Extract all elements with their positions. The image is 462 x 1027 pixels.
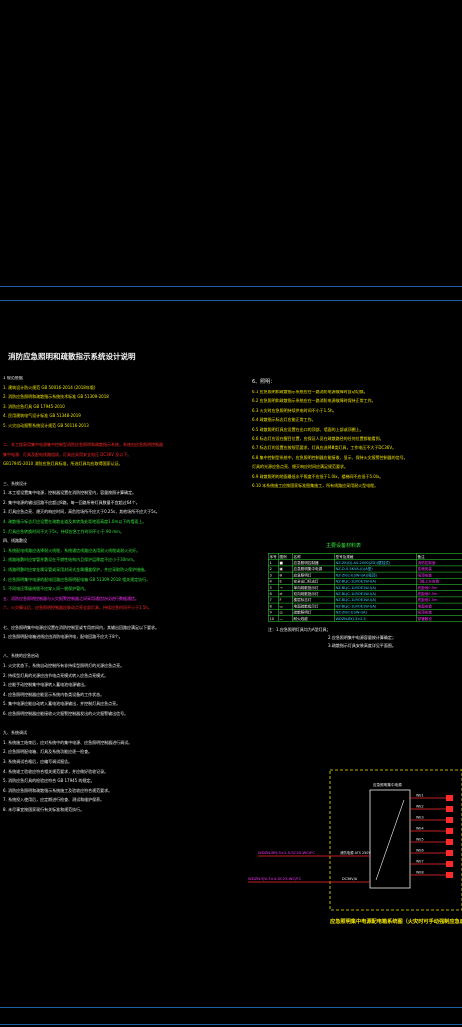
box-label: 应急照明集中电源 [373, 782, 402, 787]
dashed-frame [329, 769, 462, 911]
circuit-label: WE2 [416, 805, 424, 809]
box-diagonal [375, 799, 405, 881]
bottom-label-2: DC36V/A [342, 877, 358, 881]
circuit-terminal [446, 839, 453, 845]
circuit-terminal [446, 850, 453, 856]
circuit-label: WE1 [416, 794, 424, 798]
diagram-caption: 应急照明集中电源配电箱系统图（火灾时可手动强制应急启动） [330, 917, 462, 925]
circuit-label: WE5 [416, 838, 424, 842]
circuit-label: WE6 [416, 849, 424, 853]
power-distribution-diagram: 应急照明集中电源 WE1 WE2 WE3 WE4 WE5 WE6 WE7 WE8 WDZN-BYJ… [248, 769, 462, 925]
circuit-terminal [446, 795, 453, 801]
circuit-label: WE4 [416, 827, 424, 831]
bottom-label-1: WDZN-YJV-3×4-SC25-WC/FC [248, 876, 302, 881]
circuit-terminal [446, 817, 453, 823]
power-box [369, 789, 411, 889]
circuit-terminal [446, 828, 453, 834]
circuit-label: WE7 [416, 860, 424, 864]
circuit-terminal [446, 806, 453, 812]
incoming-label-1: WDZN-BYJ-3×2.5-SC20-WC/FC [258, 850, 315, 855]
incoming-label-2: 消防电源 ATS 250V [340, 850, 371, 855]
circuit-label: WE3 [416, 816, 424, 820]
circuit-terminal [446, 872, 453, 878]
circuit-label: WE8 [416, 871, 424, 875]
circuit-terminal [446, 861, 453, 867]
